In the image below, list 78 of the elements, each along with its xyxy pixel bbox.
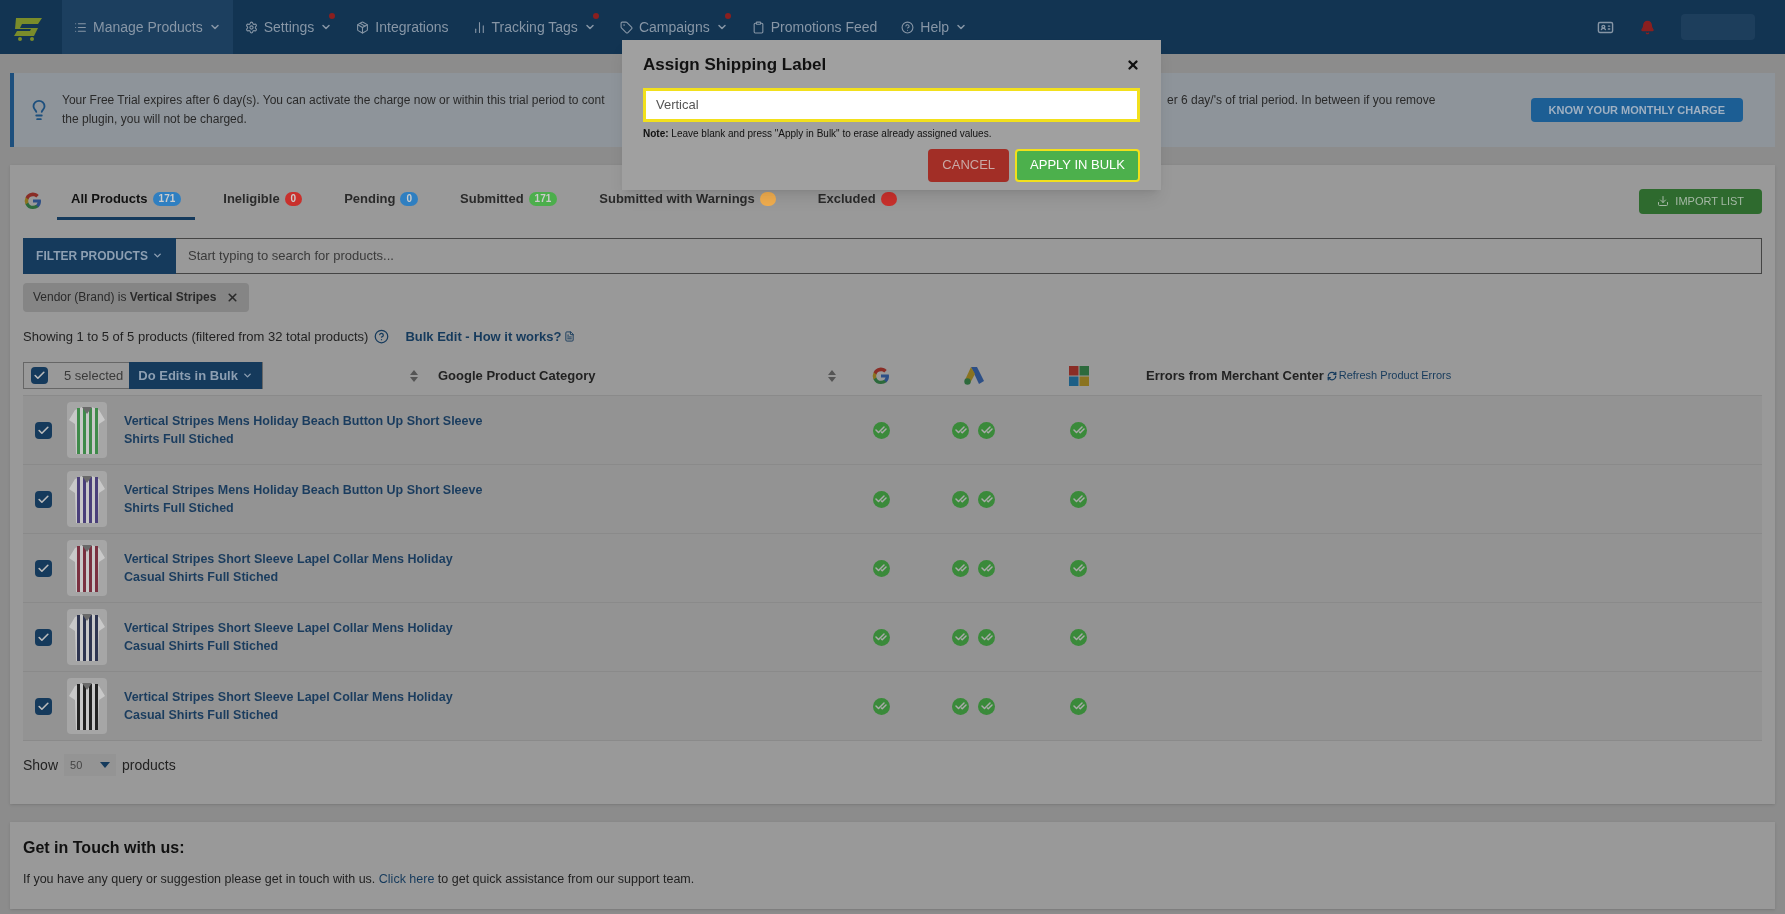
contact-text: If you have any query or suggestion please get in touch with us. Click here to get quick assistance from our support team. — [23, 871, 696, 888]
selected-count: 5 selected — [64, 366, 124, 385]
caret-icon — [241, 370, 253, 381]
bulk-edit-help-link[interactable]: Bulk Edit - How it works? — [405, 326, 576, 346]
document-icon — [564, 330, 576, 342]
count-badge: 0 — [284, 191, 303, 206]
check-icon — [36, 561, 50, 575]
checkbox[interactable] — [31, 367, 48, 384]
count-badge: 0 — [400, 191, 418, 206]
caret-icon — [151, 250, 163, 261]
banner-text: Your Free Trial expires after 6 day(s). You can activate the charge now or within this trial period to cont — [62, 92, 606, 109]
check-icon — [36, 630, 50, 644]
tab[interactable]: Ineligible 0 — [209, 183, 317, 220]
check-icon — [36, 423, 50, 437]
results-summary: Showing 1 to 5 of 5 products (filtered from 32 total products) — [23, 327, 369, 346]
help-icon — [901, 20, 915, 34]
nav-menu-item[interactable]: Tracking Tags — [460, 0, 608, 54]
product-title-link[interactable]: Vertical Stripes Short Sleeve Lapel Collar Mens Holiday Casual Shirts Full Stiched — [124, 688, 484, 724]
products-label: products — [122, 755, 176, 775]
check-icon — [36, 492, 50, 506]
check-icon — [33, 369, 46, 382]
download-icon — [1657, 195, 1670, 208]
contact-title: Get in Touch with us: — [23, 838, 186, 858]
sort-icon[interactable] — [828, 369, 836, 382]
tab[interactable]: Submitted 171 — [446, 183, 572, 220]
windows-logo-icon — [1068, 365, 1089, 386]
product-title-link[interactable]: Vertical Stripes Short Sleeve Lapel Collar Mens Holiday Casual Shirts Full Stiched — [124, 619, 484, 655]
tab[interactable]: All Products 171 — [57, 183, 196, 220]
nav-menu-item[interactable]: Manage Products — [62, 0, 233, 54]
caret-icon — [100, 762, 111, 768]
bar-chart-icon — [472, 20, 486, 34]
product-search-field[interactable]: Start typing to search for products... — [176, 237, 1762, 274]
cancel-button[interactable]: CANCEL — [928, 148, 1010, 182]
bulk-edit-button[interactable]: Do Edits in Bulk — [129, 362, 262, 389]
count-badge: 171 — [152, 191, 182, 206]
checkbox[interactable] — [34, 697, 52, 715]
monthly-charge-button[interactable]: KNOW YOUR MONTHLY CHARGE — [1530, 98, 1743, 122]
checkbox[interactable] — [34, 421, 52, 439]
clipboard-icon — [751, 20, 765, 34]
google-logo-icon — [871, 365, 891, 386]
dialog-title: Assign Shipping Label — [643, 54, 827, 76]
count-badge: 171 — [528, 191, 558, 206]
nav-menu-item[interactable]: Settings — [232, 0, 345, 54]
tab[interactable]: Pending 0 — [330, 183, 432, 220]
tag-icon — [619, 20, 633, 34]
close-icon[interactable] — [1126, 57, 1140, 72]
google-logo-icon — [23, 191, 43, 212]
apply-in-bulk-button[interactable]: APPLY IN BULK — [1015, 148, 1140, 182]
help-icon[interactable] — [374, 328, 390, 344]
box-icon — [356, 20, 370, 34]
column-header: Errors from Merchant Center — [1146, 366, 1324, 385]
show-label: Show — [23, 755, 59, 775]
dialog-note: Note: Leave blank and press "Apply in Bulk" to erase already assigned values. — [643, 126, 993, 141]
product-title-link[interactable]: Vertical Stripes Mens Holiday Beach Button Up Short Sleeve Shirts Full Stiched — [124, 481, 484, 517]
nav-menu-item[interactable]: Promotions Feed — [739, 0, 890, 54]
refresh-errors-link[interactable]: Refresh Product Errors — [1326, 367, 1452, 384]
checkbox[interactable] — [34, 490, 52, 508]
checkbox[interactable] — [34, 628, 52, 646]
page-size-dropdown[interactable]: 50 — [64, 754, 117, 776]
list-icon — [74, 20, 87, 34]
import-list-button[interactable]: IMPORT LIST — [1639, 188, 1762, 214]
shipping-label-field[interactable]: Vertical — [643, 87, 1140, 122]
check-icon — [36, 699, 50, 713]
nav-menu-item[interactable]: Help — [889, 0, 980, 54]
banner-text: er 6 day/'s of trial period. In between if you remove — [1167, 92, 1436, 109]
product-title-link[interactable]: Vertical Stripes Short Sleeve Lapel Collar Mens Holiday Casual Shirts Full Stiched — [124, 550, 484, 586]
refresh-icon — [1326, 370, 1337, 381]
product-title-link[interactable]: Vertical Stripes Mens Holiday Beach Button Up Short Sleeve Shirts Full Stiched — [124, 412, 484, 448]
checkbox[interactable] — [34, 559, 52, 577]
banner-text: the plugin, you will not be charged. — [62, 111, 248, 128]
filter-products-button[interactable]: FILTER PRODUCTS — [23, 237, 176, 274]
filter-chip-text: Vendor (Brand) is Vertical Stripes — [33, 289, 217, 306]
click-here-link[interactable]: Click here — [378, 872, 435, 886]
ads-logo-icon — [962, 365, 985, 386]
gear-icon — [244, 20, 258, 34]
sort-icon[interactable] — [410, 369, 418, 382]
nav-menu-item[interactable]: Integrations — [344, 0, 461, 54]
column-header: Google Product Category — [438, 366, 596, 385]
